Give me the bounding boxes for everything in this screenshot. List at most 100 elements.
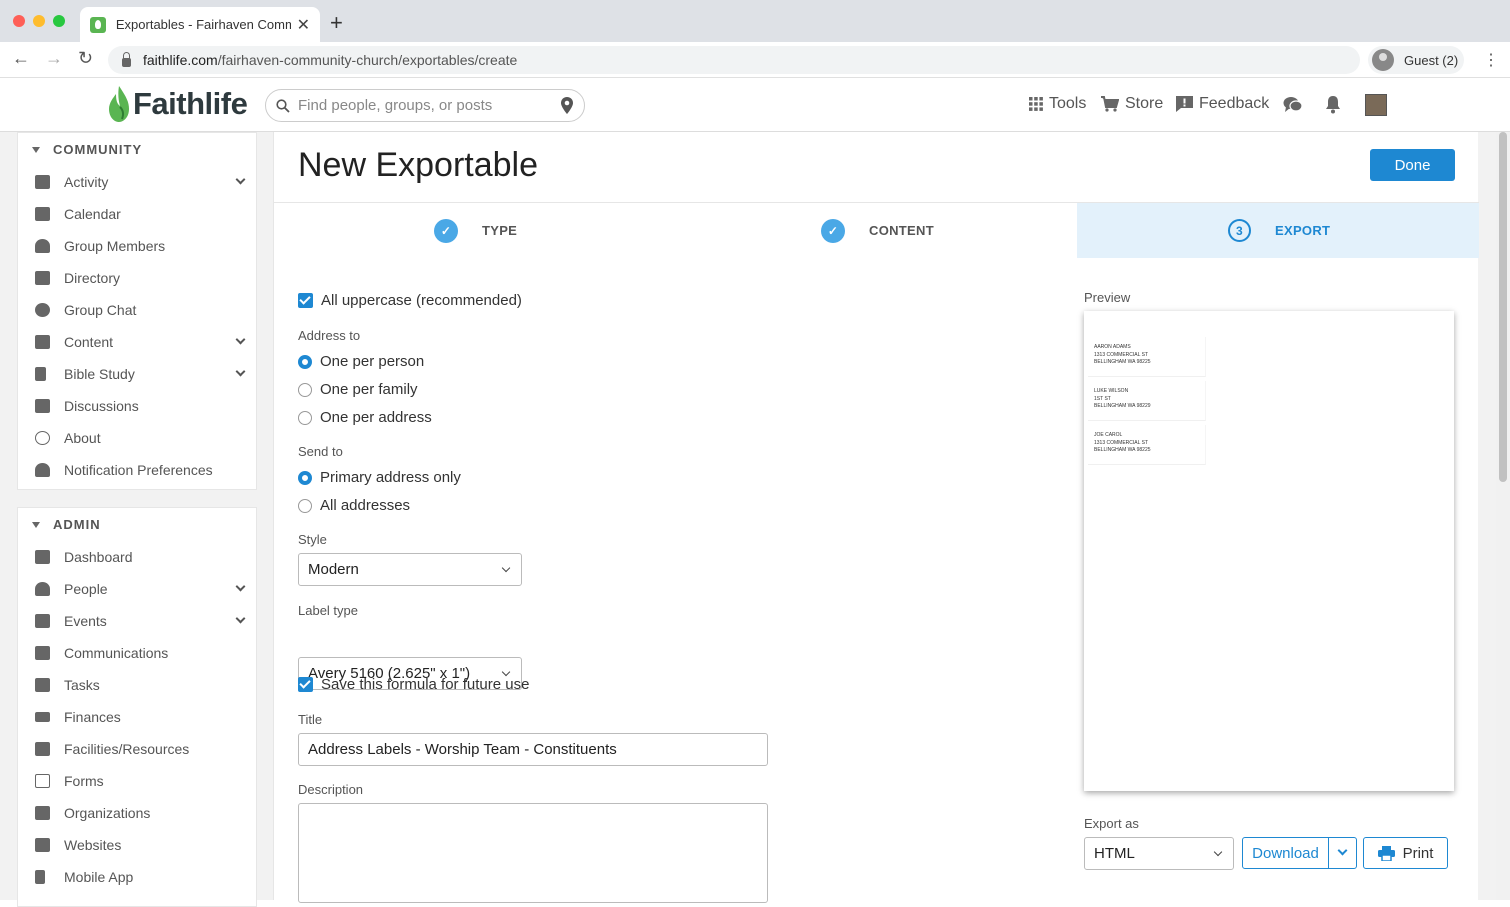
- save-formula-checkbox[interactable]: Save this formula for future use: [298, 676, 529, 693]
- checkbox-checked-icon: [298, 677, 313, 692]
- notifications-bell-icon[interactable]: [1325, 95, 1341, 114]
- sidebar-item-content[interactable]: Content: [18, 326, 256, 358]
- sidebar-item-bible-study[interactable]: Bible Study: [18, 358, 256, 390]
- title-input[interactable]: Address Labels - Worship Team - Constitu…: [298, 733, 768, 766]
- sidebar-item-about[interactable]: About: [18, 422, 256, 454]
- mobile-phone-icon: [35, 870, 45, 884]
- chat-icon[interactable]: [1283, 96, 1303, 114]
- chevron-down-icon: [501, 667, 511, 677]
- dashboard-icon: [35, 550, 50, 564]
- lock-icon: [122, 51, 131, 67]
- sidebar-item-activity[interactable]: Activity: [18, 166, 256, 198]
- maximize-window-button[interactable]: [53, 15, 65, 27]
- minimize-window-button[interactable]: [33, 15, 45, 27]
- preview-label-card: JOE CAROL 1313 COMMERCIAL ST BELLINGHAM …: [1088, 425, 1206, 465]
- close-tab-icon[interactable]: ✕: [297, 15, 310, 35]
- search-input[interactable]: Find people, groups, or posts: [265, 89, 585, 122]
- download-options-chevron-icon[interactable]: [1329, 838, 1356, 868]
- sidebar-item-events[interactable]: Events: [18, 605, 256, 637]
- radio-one-per-address[interactable]: One per address: [298, 409, 432, 426]
- step-type[interactable]: ✓ TYPE: [434, 203, 517, 258]
- done-button[interactable]: Done: [1370, 149, 1455, 181]
- browser-tab[interactable]: Exportables - Fairhaven Comm ✕: [80, 7, 320, 42]
- print-label: Print: [1402, 844, 1434, 862]
- community-heading[interactable]: COMMUNITY: [18, 133, 256, 166]
- radio-label: Primary address only: [320, 469, 461, 486]
- radio-label: One per person: [320, 353, 425, 370]
- faithlife-logo[interactable]: Faithlife: [107, 85, 248, 123]
- step-export[interactable]: 3 EXPORT: [1077, 203, 1479, 258]
- sidebar-item-mobile-app[interactable]: Mobile App: [18, 861, 256, 893]
- sidebar-item-organizations[interactable]: Organizations: [18, 797, 256, 829]
- feedback-button[interactable]: Feedback: [1176, 95, 1269, 113]
- sidebar-item-facilities-resources[interactable]: Facilities/Resources: [18, 733, 256, 765]
- close-window-button[interactable]: [13, 15, 25, 27]
- sidebar-item-forms[interactable]: Forms: [18, 765, 256, 797]
- check-circle-icon: ✓: [821, 218, 845, 243]
- sidebar-item-group-chat[interactable]: Group Chat: [18, 294, 256, 326]
- search-placeholder: Find people, groups, or posts: [298, 97, 493, 114]
- address-bar[interactable]: faithlife.com/fairhaven-community-church…: [108, 46, 1360, 74]
- sidebar-item-finances[interactable]: Finances: [18, 701, 256, 733]
- sidebar-item-label: Activity: [64, 174, 109, 190]
- radio-one-per-family[interactable]: One per family: [298, 381, 418, 398]
- radio-all-addresses[interactable]: All addresses: [298, 497, 410, 514]
- download-button[interactable]: Download: [1243, 838, 1329, 868]
- admin-nav: ADMIN Dashboard People Events Communicat…: [17, 507, 257, 907]
- tools-label: Tools: [1049, 95, 1087, 112]
- page-scrollbar[interactable]: [1496, 132, 1510, 900]
- chevron-down-icon[interactable]: [235, 581, 246, 592]
- radio-one-per-person[interactable]: One per person: [298, 353, 424, 370]
- radio-primary-address-only[interactable]: Primary address only: [298, 469, 461, 486]
- sidebar-item-discussions[interactable]: Discussions: [18, 390, 256, 422]
- style-select[interactable]: Modern: [298, 553, 522, 586]
- chevron-down-icon[interactable]: [235, 334, 246, 345]
- browser-menu-icon[interactable]: ⋮: [1483, 50, 1499, 70]
- store-button[interactable]: Store: [1101, 95, 1163, 113]
- description-textarea[interactable]: [298, 803, 768, 903]
- radio-unselected-icon: [298, 382, 312, 397]
- browser-toolbar: ← → ↻ faithlife.com/fairhaven-community-…: [0, 42, 1510, 78]
- sidebar-item-label: Discussions: [64, 398, 139, 414]
- profile-button[interactable]: Guest (2): [1368, 46, 1464, 74]
- feedback-icon: [1176, 96, 1193, 112]
- step-label: TYPE: [482, 223, 518, 238]
- reload-icon[interactable]: ↻: [78, 48, 93, 69]
- sidebar-item-directory[interactable]: Directory: [18, 262, 256, 294]
- chevron-down-icon[interactable]: [235, 174, 246, 185]
- page-title: New Exportable: [298, 146, 539, 184]
- sidebar-item-label: Calendar: [64, 206, 121, 222]
- url-host: faithlife.com: [143, 52, 218, 68]
- sidebar-item-websites[interactable]: Websites: [18, 829, 256, 861]
- sidebar-item-calendar[interactable]: Calendar: [18, 198, 256, 230]
- export-format-select[interactable]: HTML: [1084, 837, 1234, 870]
- chevron-down-icon[interactable]: [235, 366, 246, 377]
- sidebar-item-people[interactable]: People: [18, 573, 256, 605]
- chat-bubble-icon: [35, 303, 50, 317]
- activity-list-icon: [35, 175, 50, 189]
- calendar-icon: [35, 207, 50, 221]
- sidebar-item-dashboard[interactable]: Dashboard: [18, 541, 256, 573]
- admin-heading-label: ADMIN: [53, 517, 101, 532]
- tools-button[interactable]: Tools: [1029, 95, 1086, 113]
- forward-icon[interactable]: →: [45, 48, 63, 69]
- sidebar-item-group-members[interactable]: Group Members: [18, 230, 256, 262]
- chevron-down-icon: [1213, 847, 1223, 857]
- admin-heading[interactable]: ADMIN: [18, 508, 256, 541]
- print-button[interactable]: Print: [1363, 837, 1448, 869]
- radio-selected-icon: [298, 470, 312, 485]
- chevron-down-icon[interactable]: [235, 613, 246, 624]
- sidebar-item-communications[interactable]: Communications: [18, 637, 256, 669]
- sidebar-item-label: Directory: [64, 270, 121, 286]
- step-content[interactable]: ✓ CONTENT: [821, 203, 934, 258]
- user-avatar[interactable]: [1365, 94, 1387, 116]
- back-icon[interactable]: ←: [12, 48, 30, 69]
- preview-street: 1313 COMMERCIAL ST: [1094, 351, 1148, 358]
- new-tab-icon[interactable]: +: [330, 10, 343, 36]
- uppercase-checkbox[interactable]: All uppercase (recommended): [298, 292, 522, 309]
- scrollbar-thumb[interactable]: [1499, 132, 1507, 482]
- preview-label-card: LUKE WILSON 1ST ST BELLINGHAM WA 98229: [1088, 381, 1206, 421]
- sidebar-item-notification-preferences[interactable]: Notification Preferences: [18, 454, 256, 486]
- sidebar-item-tasks[interactable]: Tasks: [18, 669, 256, 701]
- location-pin-icon[interactable]: [560, 96, 574, 115]
